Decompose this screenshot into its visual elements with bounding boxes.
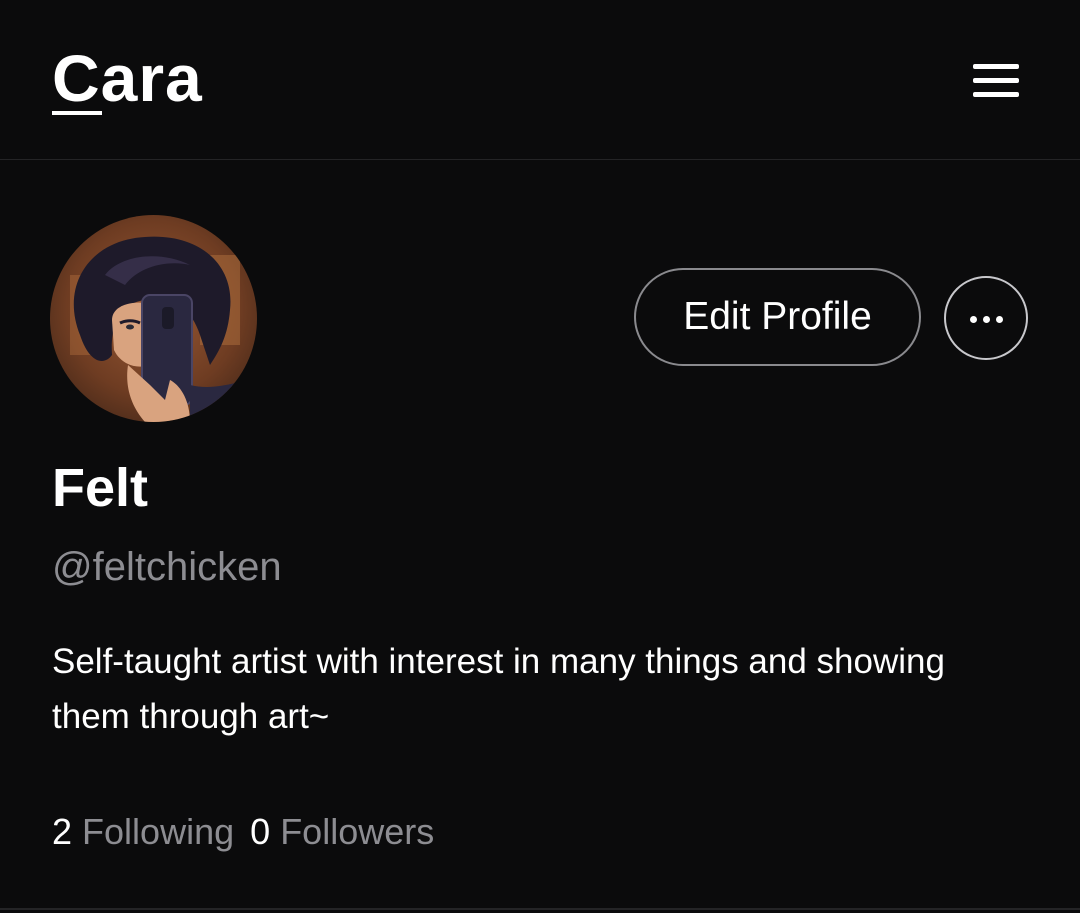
following-link[interactable]: 2 Following (52, 811, 244, 852)
avatar-illustration (50, 215, 257, 422)
follow-stats: 2 Following 0 Followers (52, 808, 434, 856)
cara-logo[interactable]: Cara (52, 38, 203, 118)
hamburger-menu-icon[interactable] (970, 62, 1022, 100)
followers-count: 0 (250, 811, 271, 852)
following-label: Following (82, 811, 235, 852)
more-options-icon[interactable] (944, 276, 1028, 360)
section-divider (0, 908, 1080, 910)
profile-bio: Self-taught artist with interest in many… (52, 642, 945, 736)
followers-link[interactable]: 0 Followers (250, 811, 434, 852)
display-name: Felt (52, 458, 149, 518)
following-count: 2 (52, 811, 73, 852)
followers-label: Followers (280, 811, 435, 852)
logo-underline (52, 111, 102, 115)
username-handle: @feltchicken (52, 545, 282, 589)
edit-profile-button[interactable]: Edit Profile (634, 268, 921, 366)
top-header: Cara (0, 0, 1080, 160)
avatar[interactable] (50, 215, 257, 422)
